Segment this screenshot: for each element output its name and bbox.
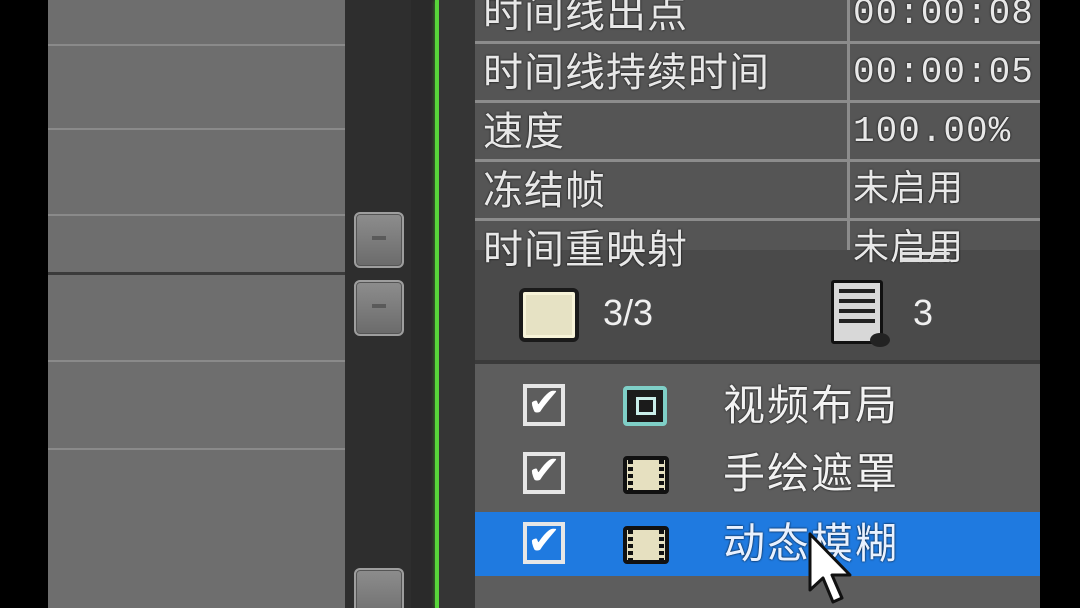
- property-value[interactable]: 未启用: [853, 168, 964, 214]
- track-divider: [48, 214, 345, 216]
- property-row[interactable]: 时间重映射 未启用: [475, 221, 1040, 277]
- property-value[interactable]: 00:00:08:: [853, 0, 1040, 37]
- panel-gutter: [439, 0, 475, 608]
- track-divider: [48, 44, 345, 46]
- editor-frame: 时间线出点 00:00:08: 时间线持续时间 00:00:05: 速度 100…: [48, 0, 1040, 608]
- property-name: 速度: [483, 109, 565, 155]
- clip-icon: [519, 288, 579, 342]
- property-name: 时间线持续时间: [483, 50, 770, 96]
- list-item[interactable]: ✔ 视频布局: [475, 374, 1040, 438]
- enable-checkbox[interactable]: ✔: [523, 521, 565, 564]
- track-divider: [48, 360, 345, 362]
- property-value[interactable]: 00:00:05:: [853, 50, 1040, 96]
- effect-list-icon: [831, 280, 890, 347]
- properties-table: 时间线出点 00:00:08: 时间线持续时间 00:00:05: 速度 100…: [475, 0, 1040, 273]
- track-divider: [48, 448, 345, 450]
- property-name: 时间线出点: [483, 0, 688, 37]
- track-divider: [48, 128, 345, 130]
- effects-list: ✔ 视频布局 ✔ 手绘遮罩 ✔ 动态模糊: [475, 360, 1040, 608]
- video-layout-icon: [623, 386, 667, 426]
- effect-label: 视频布局: [723, 381, 900, 430]
- property-row[interactable]: 冻结帧 未启用: [475, 162, 1040, 221]
- effect-label: 手绘遮罩: [723, 449, 900, 498]
- scrollbar-track[interactable]: [411, 0, 435, 608]
- enable-checkbox[interactable]: ✔: [523, 383, 565, 426]
- track-divider: [48, 272, 345, 275]
- property-name: 时间重映射: [483, 227, 688, 273]
- clip-count: 3/3: [603, 292, 654, 333]
- minus-icon: [372, 304, 386, 308]
- property-row[interactable]: 时间线出点 00:00:08:: [475, 0, 1040, 44]
- timeline-track-panel[interactable]: [48, 0, 345, 608]
- collapse-button[interactable]: [354, 212, 404, 268]
- counts-bar: 3/3 3: [475, 270, 1040, 360]
- film-icon: [623, 526, 669, 564]
- property-row[interactable]: 速度 100.00%: [475, 103, 1040, 162]
- resize-grip[interactable]: [900, 252, 950, 268]
- minus-icon: [372, 236, 386, 240]
- effect-count: 3: [913, 292, 934, 333]
- property-value[interactable]: 100.00%: [853, 109, 1011, 155]
- film-icon: [623, 456, 669, 494]
- property-row[interactable]: 时间线持续时间 00:00:05:: [475, 44, 1040, 103]
- property-name: 冻结帧: [483, 168, 606, 214]
- enable-checkbox[interactable]: ✔: [523, 451, 565, 494]
- list-item-selected[interactable]: ✔ 动态模糊: [475, 512, 1040, 576]
- expand-button[interactable]: [354, 280, 404, 336]
- scroll-button[interactable]: [354, 568, 404, 608]
- list-item[interactable]: ✔ 手绘遮罩: [475, 442, 1040, 506]
